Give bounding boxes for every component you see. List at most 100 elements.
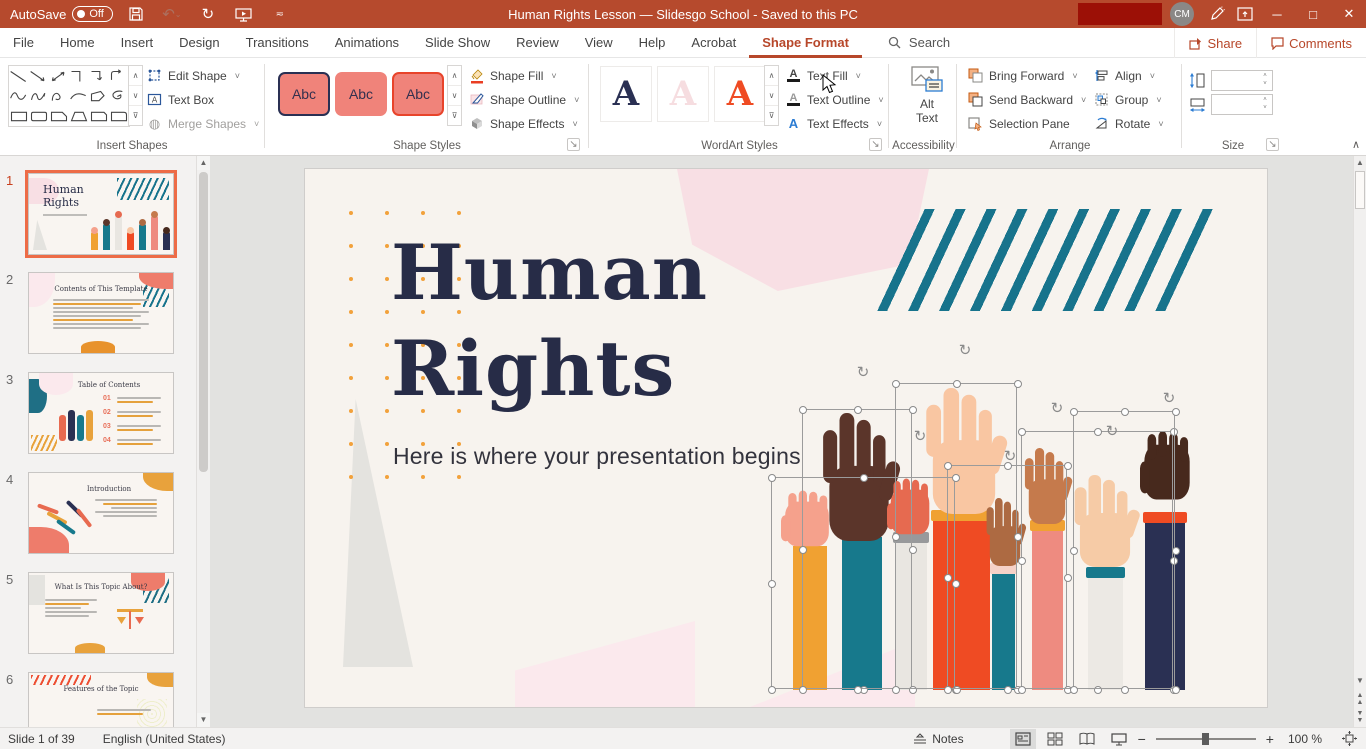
thumbnail-preview[interactable]: Features of the Topic [28, 672, 174, 727]
resize-handle[interactable] [953, 380, 961, 388]
text-box-button[interactable]: A Text Box [146, 89, 259, 110]
resize-handle[interactable] [854, 406, 862, 414]
resize-handle[interactable] [1070, 547, 1078, 555]
shape-gallery-scroll[interactable]: ∧∨⊽ [128, 65, 143, 126]
tab-design[interactable]: Design [166, 28, 232, 58]
scroll-up-icon[interactable]: ▲ [1354, 156, 1366, 170]
shape-cell-10[interactable] [69, 86, 89, 106]
wordart-preset-3[interactable]: A [714, 66, 766, 122]
thumbnail-scrollbar[interactable]: ▲ ▼ [196, 156, 210, 727]
customize-qat-icon[interactable]: ≂ [267, 3, 293, 25]
thumbnail-preview[interactable]: Human Rights [28, 173, 174, 255]
resize-handle[interactable] [892, 533, 900, 541]
rotate-handle-icon[interactable]: ↻ [1161, 391, 1177, 407]
save-icon[interactable] [123, 3, 149, 25]
resize-handle[interactable] [854, 686, 862, 694]
shape-cell-4[interactable] [69, 66, 89, 86]
shape-gallery[interactable] [8, 65, 130, 127]
undo-icon[interactable]: ↶⌄ [159, 3, 185, 25]
tab-acrobat[interactable]: Acrobat [678, 28, 749, 58]
wordart-preset-1[interactable]: A [600, 66, 652, 122]
autosave-toggle[interactable]: AutoSave Off [10, 6, 113, 22]
shape-cell-18[interactable] [109, 106, 129, 126]
shape-effects-button[interactable]: Shape Effects˅ [468, 113, 579, 134]
wordart-dialog-launcher[interactable]: ↘ [869, 138, 882, 151]
shape-width-field[interactable]: ˄˅ [1211, 94, 1273, 115]
zoom-level[interactable]: 100 % [1288, 732, 1322, 746]
resize-handle[interactable] [1004, 686, 1012, 694]
zoom-slider[interactable] [1156, 738, 1256, 740]
shape-style-preset-3[interactable]: Abc [392, 72, 444, 116]
resize-handle[interactable] [799, 686, 807, 694]
search-box[interactable]: Search [888, 35, 950, 50]
alt-text-button[interactable]: AltText [905, 66, 949, 125]
close-icon[interactable]: ✕ [1332, 0, 1366, 28]
slide-subtitle[interactable]: Here is where your presentation begins [393, 443, 801, 470]
bring-forward-button[interactable]: Bring Forward˅ [967, 65, 1086, 86]
resize-handle[interactable] [944, 686, 952, 694]
send-backward-button[interactable]: Send Backward˅ [967, 89, 1086, 110]
shape-cell-3[interactable] [49, 66, 69, 86]
rotate-handle-icon[interactable]: ↻ [912, 429, 928, 445]
resize-handle[interactable] [1121, 686, 1129, 694]
resize-handle[interactable] [892, 380, 900, 388]
zoom-in-icon[interactable]: + [1266, 731, 1274, 747]
shape-styles-scroll[interactable]: ∧∨⊽ [447, 65, 462, 126]
tab-file[interactable]: File [0, 28, 47, 58]
shape-cell-15[interactable] [49, 106, 69, 126]
shape-cell-12[interactable] [109, 86, 129, 106]
reading-view-button[interactable] [1074, 729, 1100, 749]
scroll-down-icon[interactable]: ▼ [197, 713, 210, 727]
resize-handle[interactable] [799, 406, 807, 414]
text-effects-button[interactable]: A Text Effects˅ [785, 113, 884, 134]
resize-handle[interactable] [1070, 686, 1078, 694]
shape-cell-2[interactable] [29, 66, 49, 86]
zoom-out-icon[interactable]: − [1138, 731, 1146, 747]
size-dialog-launcher[interactable]: ↘ [1266, 138, 1279, 151]
resize-handle[interactable] [1014, 380, 1022, 388]
resize-handle[interactable] [768, 580, 776, 588]
text-outline-button[interactable]: A Text Outline˅ [785, 89, 884, 110]
tab-home[interactable]: Home [47, 28, 108, 58]
avatar[interactable]: CM [1170, 2, 1194, 26]
resize-handle[interactable] [1172, 686, 1180, 694]
tab-help[interactable]: Help [626, 28, 679, 58]
slide-editing-surface[interactable]: HumanRights Here is where your presentat… [305, 169, 1267, 707]
edit-shape-button[interactable]: Edit Shape˅ [146, 65, 259, 86]
shape-cell-13[interactable] [9, 106, 29, 126]
resize-handle[interactable] [1172, 547, 1180, 555]
pink-shape-bottom-left[interactable] [515, 621, 695, 707]
fit-slide-to-window-icon[interactable] [1336, 729, 1362, 749]
slide-sorter-view-button[interactable] [1042, 729, 1068, 749]
previous-slide-icon[interactable]: ▲▲ [1354, 690, 1366, 704]
resize-handle[interactable] [799, 546, 807, 554]
align-button[interactable]: Align˅ [1093, 65, 1164, 86]
shape-fill-button[interactable]: Shape Fill˅ [468, 65, 579, 86]
tab-view[interactable]: View [572, 28, 626, 58]
rotate-handle-icon[interactable]: ↻ [1104, 424, 1120, 440]
resize-handle[interactable] [944, 574, 952, 582]
resize-handle[interactable] [1172, 408, 1180, 416]
wordart-scroll[interactable]: ∧∨⊽ [764, 65, 779, 126]
shape-style-preset-2[interactable]: Abc [335, 72, 387, 116]
shape-cell-11[interactable] [89, 86, 109, 106]
tab-insert[interactable]: Insert [108, 28, 167, 58]
vertical-scrollbar[interactable]: ▲ ▼ ▲▲ ▼▼ [1353, 156, 1366, 727]
shape-height-field[interactable]: ˄˅ [1211, 70, 1273, 91]
tab-slide-show[interactable]: Slide Show [412, 28, 503, 58]
resize-handle[interactable] [944, 462, 952, 470]
thumbnail-preview[interactable]: What Is This Topic About? [28, 572, 174, 654]
shape-cell-7[interactable] [9, 86, 29, 106]
shape-cell-17[interactable] [89, 106, 109, 126]
thumbnail-preview[interactable]: Introduction [28, 472, 174, 554]
slideshow-view-button[interactable] [1106, 729, 1132, 749]
pen-icon[interactable] [1204, 3, 1230, 25]
tab-review[interactable]: Review [503, 28, 572, 58]
selection-box-6[interactable] [1073, 411, 1175, 689]
shape-cell-8[interactable] [29, 86, 49, 106]
resize-handle[interactable] [1018, 428, 1026, 436]
maximize-icon[interactable]: □ [1296, 0, 1330, 28]
shape-cell-16[interactable] [69, 106, 89, 126]
redo-icon[interactable]: ↻ [195, 3, 221, 25]
language-indicator[interactable]: English (United States) [103, 732, 226, 746]
